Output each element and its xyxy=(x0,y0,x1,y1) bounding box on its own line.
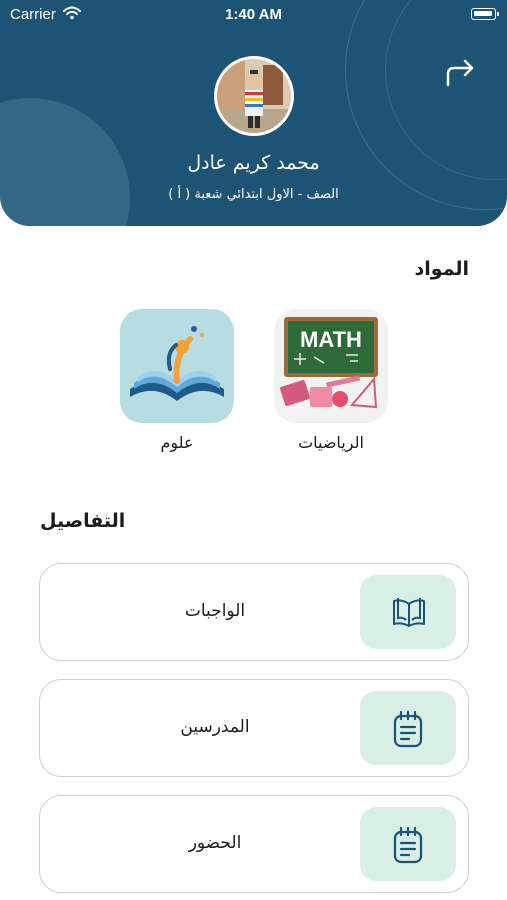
open-book-icon xyxy=(393,598,425,627)
math-badge-text: MATH xyxy=(300,327,362,352)
attendance-card[interactable]: الحضور xyxy=(39,795,469,893)
share-arrow-icon[interactable] xyxy=(444,55,478,89)
notepad-icon xyxy=(393,826,423,864)
subject-label: الرياضيات xyxy=(298,433,364,452)
homework-card[interactable]: الواجبات xyxy=(39,563,469,661)
subject-science[interactable]: علوم xyxy=(120,309,234,452)
attendance-label: الحضور xyxy=(188,833,242,853)
status-time: 1:40 AM xyxy=(225,6,282,23)
teachers-card[interactable]: المدرسين xyxy=(39,679,469,777)
subject-math[interactable]: MATH الرياضيات xyxy=(274,309,388,452)
math-subject-image: MATH xyxy=(274,309,388,423)
subject-label: علوم xyxy=(160,433,194,452)
student-name: محمد كريم عادل xyxy=(187,152,320,174)
subjects-section-title: المواد xyxy=(414,258,469,280)
teachers-label: المدرسين xyxy=(180,717,250,737)
science-subject-image xyxy=(120,309,234,423)
profile-header: Carrier 1:40 AM محمد كريم عادل الصف - ال… xyxy=(0,0,507,226)
details-section-title: التفاصيل xyxy=(40,510,126,532)
notepad-icon xyxy=(393,710,423,748)
battery-icon xyxy=(471,8,499,20)
avatar xyxy=(214,56,294,136)
student-class-info: الصف - الاول ابتدائي شعبة ( أ ) xyxy=(168,187,339,202)
student-photo xyxy=(217,59,291,133)
homework-label: الواجبات xyxy=(184,601,246,621)
status-bar: Carrier 1:40 AM xyxy=(0,0,507,30)
